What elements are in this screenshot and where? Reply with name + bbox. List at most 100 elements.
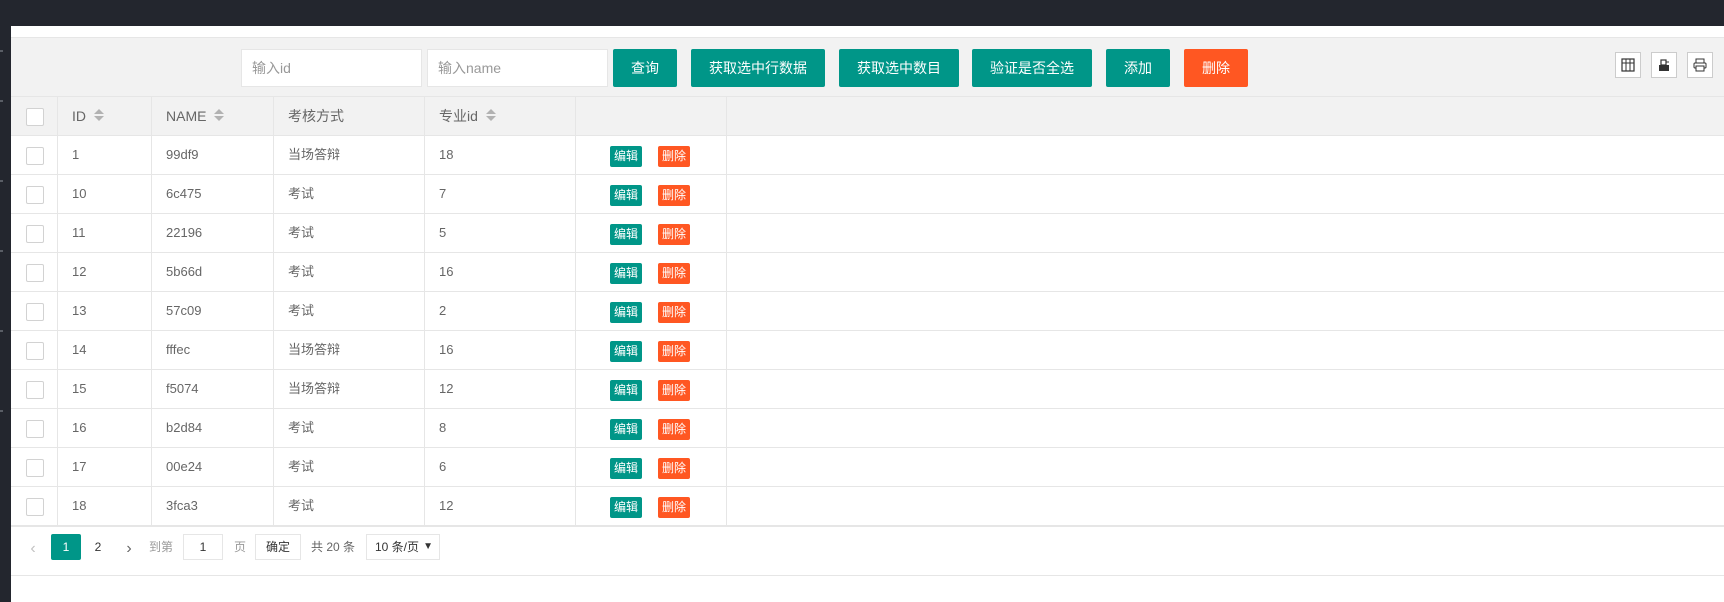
cell-method: 当场答辩 [274,331,425,369]
get-selected-count-button[interactable]: 获取选中数目 [839,49,959,87]
cell-method: 考试 [274,487,425,525]
header-name-label: NAME [166,108,207,124]
cell-major-id: 18 [425,136,576,174]
delete-row-button[interactable]: 删除 [658,263,691,284]
sort-icon[interactable] [94,109,104,123]
sidebar-tick [0,330,3,332]
cell-name: fffec [152,331,274,369]
sort-icon[interactable] [485,109,496,123]
cell-major-id: 7 [425,175,576,213]
row-checkbox[interactable] [26,459,44,477]
delete-row-button[interactable]: 删除 [658,224,691,245]
edit-row-button[interactable]: 编辑 [610,458,643,479]
export-icon[interactable] [1651,52,1677,78]
select-all-checkbox[interactable] [26,108,44,126]
cell-name: 6c475 [152,175,274,213]
header-major-id[interactable]: 专业id [425,97,576,135]
table-row[interactable]: 18 3fca3 考试 12 编辑 删除 [11,487,1724,526]
edit-row-button[interactable]: 编辑 [610,224,643,245]
delete-button[interactable]: 删除 [1184,49,1248,87]
header-name[interactable]: NAME [152,97,274,135]
goto-page-input[interactable] [183,534,223,560]
row-checkbox[interactable] [26,225,44,243]
sidebar-tick [0,50,3,52]
row-checkbox[interactable] [26,381,44,399]
cell-major-id: 16 [425,331,576,369]
page-2-button[interactable]: 2 [83,534,113,560]
row-select-cell [11,487,58,525]
query-button[interactable]: 查询 [613,49,677,87]
delete-row-button[interactable]: 删除 [658,185,691,206]
add-button[interactable]: 添加 [1106,49,1170,87]
cell-name: 57c09 [152,292,274,330]
table-toolbar: 查询 获取选中行数据 获取选中数目 验证是否全选 添加 删除 [11,37,1724,97]
columns-filter-icon[interactable] [1615,52,1641,78]
delete-row-button[interactable]: 删除 [658,341,691,362]
id-search-input[interactable] [241,49,422,87]
table-row[interactable]: 13 57c09 考试 2 编辑 删除 [11,292,1724,331]
row-select-cell [11,292,58,330]
page-1-button[interactable]: 1 [51,534,81,560]
edit-row-button[interactable]: 编辑 [610,146,643,167]
goto-confirm-button[interactable]: 确定 [255,534,301,560]
cell-name: 5b66d [152,253,274,291]
prev-page-icon[interactable]: ‹ [25,541,41,557]
edit-row-button[interactable]: 编辑 [610,302,643,323]
table-row[interactable]: 10 6c475 考试 7 编辑 删除 [11,175,1724,214]
row-checkbox[interactable] [26,420,44,438]
table-row[interactable]: 1 99df9 当场答辩 18 编辑 删除 [11,136,1724,175]
edit-row-button[interactable]: 编辑 [610,263,643,284]
delete-row-button[interactable]: 删除 [658,497,691,518]
delete-row-button[interactable]: 删除 [658,419,691,440]
top-bar [0,0,1724,26]
main-content: 查询 获取选中行数据 获取选中数目 验证是否全选 添加 删除 ID NAME 考… [11,26,1724,602]
cell-major-id: 16 [425,253,576,291]
header-method-label: 考核方式 [288,108,344,124]
table-row[interactable]: 16 b2d84 考试 8 编辑 删除 [11,409,1724,448]
print-icon[interactable] [1687,52,1713,78]
cell-method: 当场答辩 [274,370,425,408]
cell-method: 考试 [274,253,425,291]
table-row[interactable]: 14 fffec 当场答辩 16 编辑 删除 [11,331,1724,370]
table-row[interactable]: 11 22196 考试 5 编辑 删除 [11,214,1724,253]
row-checkbox[interactable] [26,264,44,282]
sidebar-tick [0,410,3,412]
delete-row-button[interactable]: 删除 [658,302,691,323]
get-selected-rows-button[interactable]: 获取选中行数据 [691,49,825,87]
edit-row-button[interactable]: 编辑 [610,419,643,440]
pagination: ‹ 1 2 › 到第 页 确定 共 20 条 10 条/页▼ [11,526,1724,576]
row-select-cell [11,175,58,213]
dropdown-caret-icon: ▼ [423,541,433,552]
edit-row-button[interactable]: 编辑 [610,185,643,206]
page-size-select[interactable]: 10 条/页 ▼ [366,534,440,560]
edit-row-button[interactable]: 编辑 [610,341,643,362]
table-row[interactable]: 17 00e24 考试 6 编辑 删除 [11,448,1724,487]
name-search-input[interactable] [427,49,608,87]
delete-row-button[interactable]: 删除 [658,458,691,479]
row-checkbox[interactable] [26,186,44,204]
page-size-value: 10 条/页 [375,540,420,554]
row-checkbox[interactable] [26,342,44,360]
header-id-label: ID [72,108,86,124]
table-row[interactable]: 12 5b66d 考试 16 编辑 删除 [11,253,1724,292]
row-checkbox[interactable] [26,147,44,165]
sort-icon[interactable] [214,109,225,123]
row-checkbox[interactable] [26,498,44,516]
header-id[interactable]: ID [58,97,152,135]
table-row[interactable]: 15 f5074 当场答辩 12 编辑 删除 [11,370,1724,409]
row-checkbox[interactable] [26,303,44,321]
delete-row-button[interactable]: 删除 [658,146,691,167]
cell-actions: 编辑 删除 [576,487,727,525]
row-select-cell [11,409,58,447]
cell-method: 考试 [274,175,425,213]
delete-row-button[interactable]: 删除 [658,380,691,401]
next-page-icon[interactable]: › [121,541,137,557]
edit-row-button[interactable]: 编辑 [610,497,643,518]
cell-method: 当场答辩 [274,136,425,174]
cell-actions: 编辑 删除 [576,409,727,447]
sidebar-tick [0,250,3,252]
edit-row-button[interactable]: 编辑 [610,380,643,401]
verify-all-selected-button[interactable]: 验证是否全选 [972,49,1092,87]
cell-major-id: 12 [425,370,576,408]
cell-actions: 编辑 删除 [576,370,727,408]
